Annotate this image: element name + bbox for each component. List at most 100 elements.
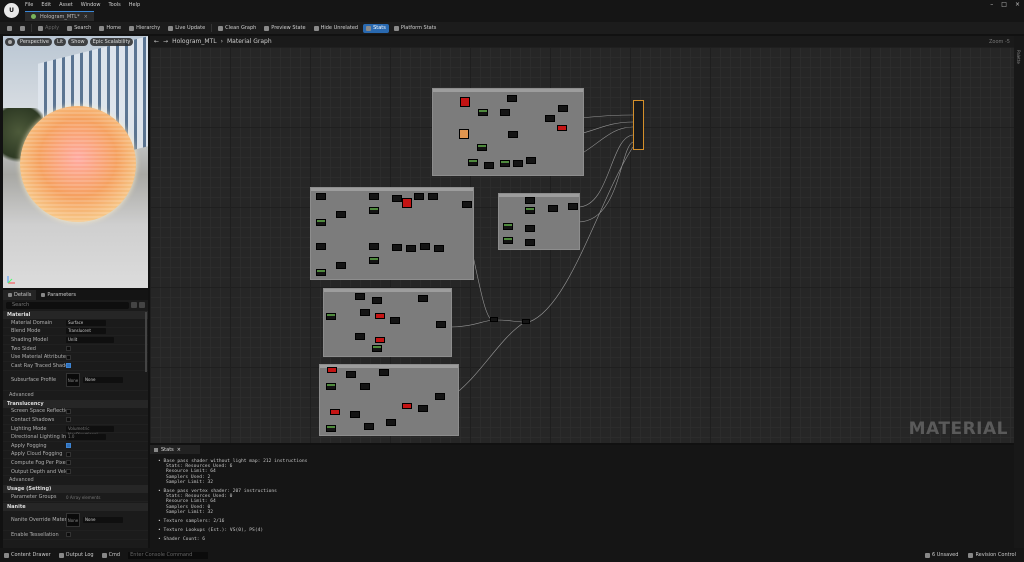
apply-fogging-checkbox[interactable]	[66, 443, 71, 449]
graph-node[interactable]	[484, 162, 494, 169]
menu-file[interactable]: File	[25, 2, 33, 10]
graph-node[interactable]	[477, 144, 487, 151]
tab-details[interactable]: Details	[3, 290, 37, 300]
search-button[interactable]: Search	[64, 24, 94, 33]
compute-fog-checkbox[interactable]	[66, 460, 71, 466]
graph-node[interactable]	[402, 198, 412, 208]
graph-node[interactable]	[513, 160, 523, 167]
tab-parameters[interactable]: Parameters	[36, 290, 81, 300]
hide-unrelated-button[interactable]: Hide Unrelated	[311, 24, 362, 33]
graph-node[interactable]	[434, 245, 444, 252]
graph-node[interactable]	[372, 297, 382, 304]
shading-model-dropdown[interactable]: Unlit	[66, 336, 114, 343]
directional-lighting-input[interactable]: 1.0	[66, 434, 106, 441]
graph-node[interactable]	[460, 97, 470, 107]
graph-node[interactable]	[462, 201, 472, 208]
perspective-button[interactable]: Perspective	[17, 38, 52, 46]
graph-node[interactable]	[478, 109, 488, 116]
live-update-button[interactable]: Live Update	[165, 24, 208, 33]
material-graph-canvas[interactable]: MATERIAL	[150, 47, 1014, 443]
nanite-override-dropdown[interactable]: None	[83, 517, 123, 524]
palette-label[interactable]: Palette	[1016, 50, 1021, 64]
grid-view-icon[interactable]	[131, 302, 137, 308]
reroute-node[interactable]	[490, 317, 498, 322]
graph-node[interactable]	[392, 195, 402, 202]
cloud-fogging-checkbox[interactable]	[66, 451, 71, 457]
two-sided-checkbox[interactable]	[66, 346, 71, 352]
preview-viewport[interactable]: Perspective Lit Show Epic Scalability	[3, 36, 148, 288]
graph-node[interactable]	[548, 205, 558, 212]
section-nanite[interactable]: Nanite	[3, 502, 148, 511]
graph-node[interactable]	[428, 193, 438, 200]
graph-node[interactable]	[503, 223, 513, 230]
graph-node[interactable]	[418, 405, 428, 412]
graph-node[interactable]	[379, 369, 389, 376]
graph-node[interactable]	[545, 115, 555, 122]
comment-box[interactable]	[323, 288, 452, 357]
comment-header[interactable]	[499, 194, 579, 197]
graph-node[interactable]	[346, 371, 356, 378]
comment-header[interactable]	[320, 365, 458, 368]
graph-node[interactable]	[330, 409, 340, 415]
section-material[interactable]: Material	[3, 311, 148, 319]
graph-node[interactable]	[375, 313, 385, 319]
graph-node[interactable]	[436, 321, 446, 328]
unreal-logo-icon[interactable]: U	[4, 3, 19, 18]
output-log-button[interactable]: Output Log	[58, 552, 94, 558]
material-domain-dropdown[interactable]: Surface	[66, 319, 106, 326]
graph-node[interactable]	[316, 243, 326, 250]
minimize-icon[interactable]: –	[990, 1, 993, 8]
graph-node[interactable]	[500, 160, 510, 167]
cast-shadows-checkbox[interactable]	[66, 363, 71, 369]
material-output-node[interactable]	[633, 100, 644, 150]
reroute-node[interactable]	[522, 319, 530, 324]
close-window-icon[interactable]: ×	[1015, 1, 1020, 8]
scalability-button[interactable]: Epic Scalability	[89, 38, 134, 46]
build-translucency-checkbox[interactable]	[66, 532, 71, 538]
unsaved-button[interactable]: 6 Unsaved	[924, 552, 958, 558]
advanced-toggle[interactable]: Advanced	[3, 391, 148, 399]
palette-strip[interactable]: Palette	[1014, 36, 1024, 548]
details-scrollbar[interactable]	[145, 312, 147, 372]
graph-node[interactable]	[468, 159, 478, 166]
document-tab[interactable]: Hologram_MTL* ×	[25, 11, 94, 21]
settings-icon[interactable]	[139, 302, 145, 308]
stats-button[interactable]: Stats	[363, 23, 389, 33]
comment-header[interactable]	[324, 289, 451, 292]
comment-header[interactable]	[311, 188, 473, 191]
subsurface-dropdown[interactable]: None	[83, 377, 123, 384]
graph-node[interactable]	[402, 403, 412, 409]
graph-node[interactable]	[386, 419, 396, 426]
browse-button[interactable]	[17, 24, 28, 33]
graph-node[interactable]	[525, 225, 535, 232]
cmd-button[interactable]: Cmd	[101, 552, 120, 558]
lit-button[interactable]: Lit	[53, 38, 67, 46]
menu-edit[interactable]: Edit	[41, 2, 51, 10]
viewport-menu-button[interactable]	[5, 38, 15, 46]
graph-node[interactable]	[420, 243, 430, 250]
graph-node[interactable]	[557, 125, 567, 131]
graph-node[interactable]	[526, 157, 536, 164]
menu-tools[interactable]: Tools	[108, 2, 120, 10]
graph-node[interactable]	[418, 295, 428, 302]
advanced-toggle-2[interactable]: Advanced	[3, 476, 148, 484]
graph-node[interactable]	[316, 269, 326, 276]
graph-node[interactable]	[369, 207, 379, 214]
graph-node[interactable]	[507, 95, 517, 102]
hierarchy-button[interactable]: Hierarchy	[126, 24, 163, 33]
graph-node[interactable]	[414, 193, 424, 200]
graph-node[interactable]	[360, 309, 370, 316]
graph-node[interactable]	[500, 109, 510, 116]
nanite-thumbnail[interactable]: None	[66, 513, 80, 528]
graph-node[interactable]	[525, 239, 535, 246]
forward-arrow-icon[interactable]: →	[163, 38, 168, 45]
content-drawer-button[interactable]: Content Drawer	[4, 552, 51, 558]
graph-node[interactable]	[326, 383, 336, 390]
details-search-input[interactable]: Search	[6, 302, 129, 309]
home-button[interactable]: Home	[96, 24, 124, 33]
menu-help[interactable]: Help	[129, 2, 140, 10]
contact-shadows-checkbox[interactable]	[66, 417, 71, 423]
maximize-icon[interactable]: □	[1001, 1, 1007, 8]
graph-node[interactable]	[327, 367, 337, 373]
material-attributes-checkbox[interactable]	[66, 354, 71, 360]
